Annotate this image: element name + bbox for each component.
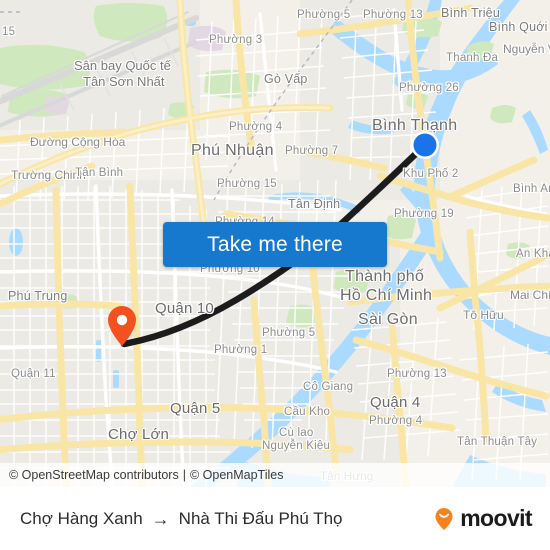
route-destination-label: Nhà Thi Đấu Phú Thọ [178, 508, 343, 528]
origin-marker[interactable] [408, 128, 442, 162]
route-footer: Chợ Hàng Xanh → Nhà Thi Đấu Phú Thọ moov… [0, 487, 550, 550]
map-attribution: © OpenStreetMap contributors | © OpenMap… [0, 463, 550, 487]
destination-marker[interactable] [106, 305, 138, 347]
route-summary: Chợ Hàng Xanh → Nhà Thi Đấu Phú Thọ [20, 509, 342, 529]
take-me-there-button[interactable]: Take me there [163, 222, 387, 267]
map-canvas[interactable]: 15 Sân bay Quốc tế Tân Sơn Nhất Phường 3 Phư… [0, 0, 550, 487]
route-origin-label: Chợ Hàng Xanh [20, 508, 143, 528]
attribution-tiles[interactable]: © OpenMapTiles [190, 468, 284, 482]
moovit-route-card: 15 Sân bay Quốc tế Tân Sơn Nhất Phường 3 Phư… [0, 0, 550, 550]
moovit-logo[interactable]: moovit [431, 505, 533, 532]
attribution-separator: | [182, 468, 186, 482]
moovit-wordmark: moovit [460, 505, 532, 531]
arrow-right-icon: → [151, 508, 170, 529]
moovit-pin-icon [435, 507, 453, 530]
attribution-osm[interactable]: © OpenStreetMap contributors [9, 468, 179, 482]
